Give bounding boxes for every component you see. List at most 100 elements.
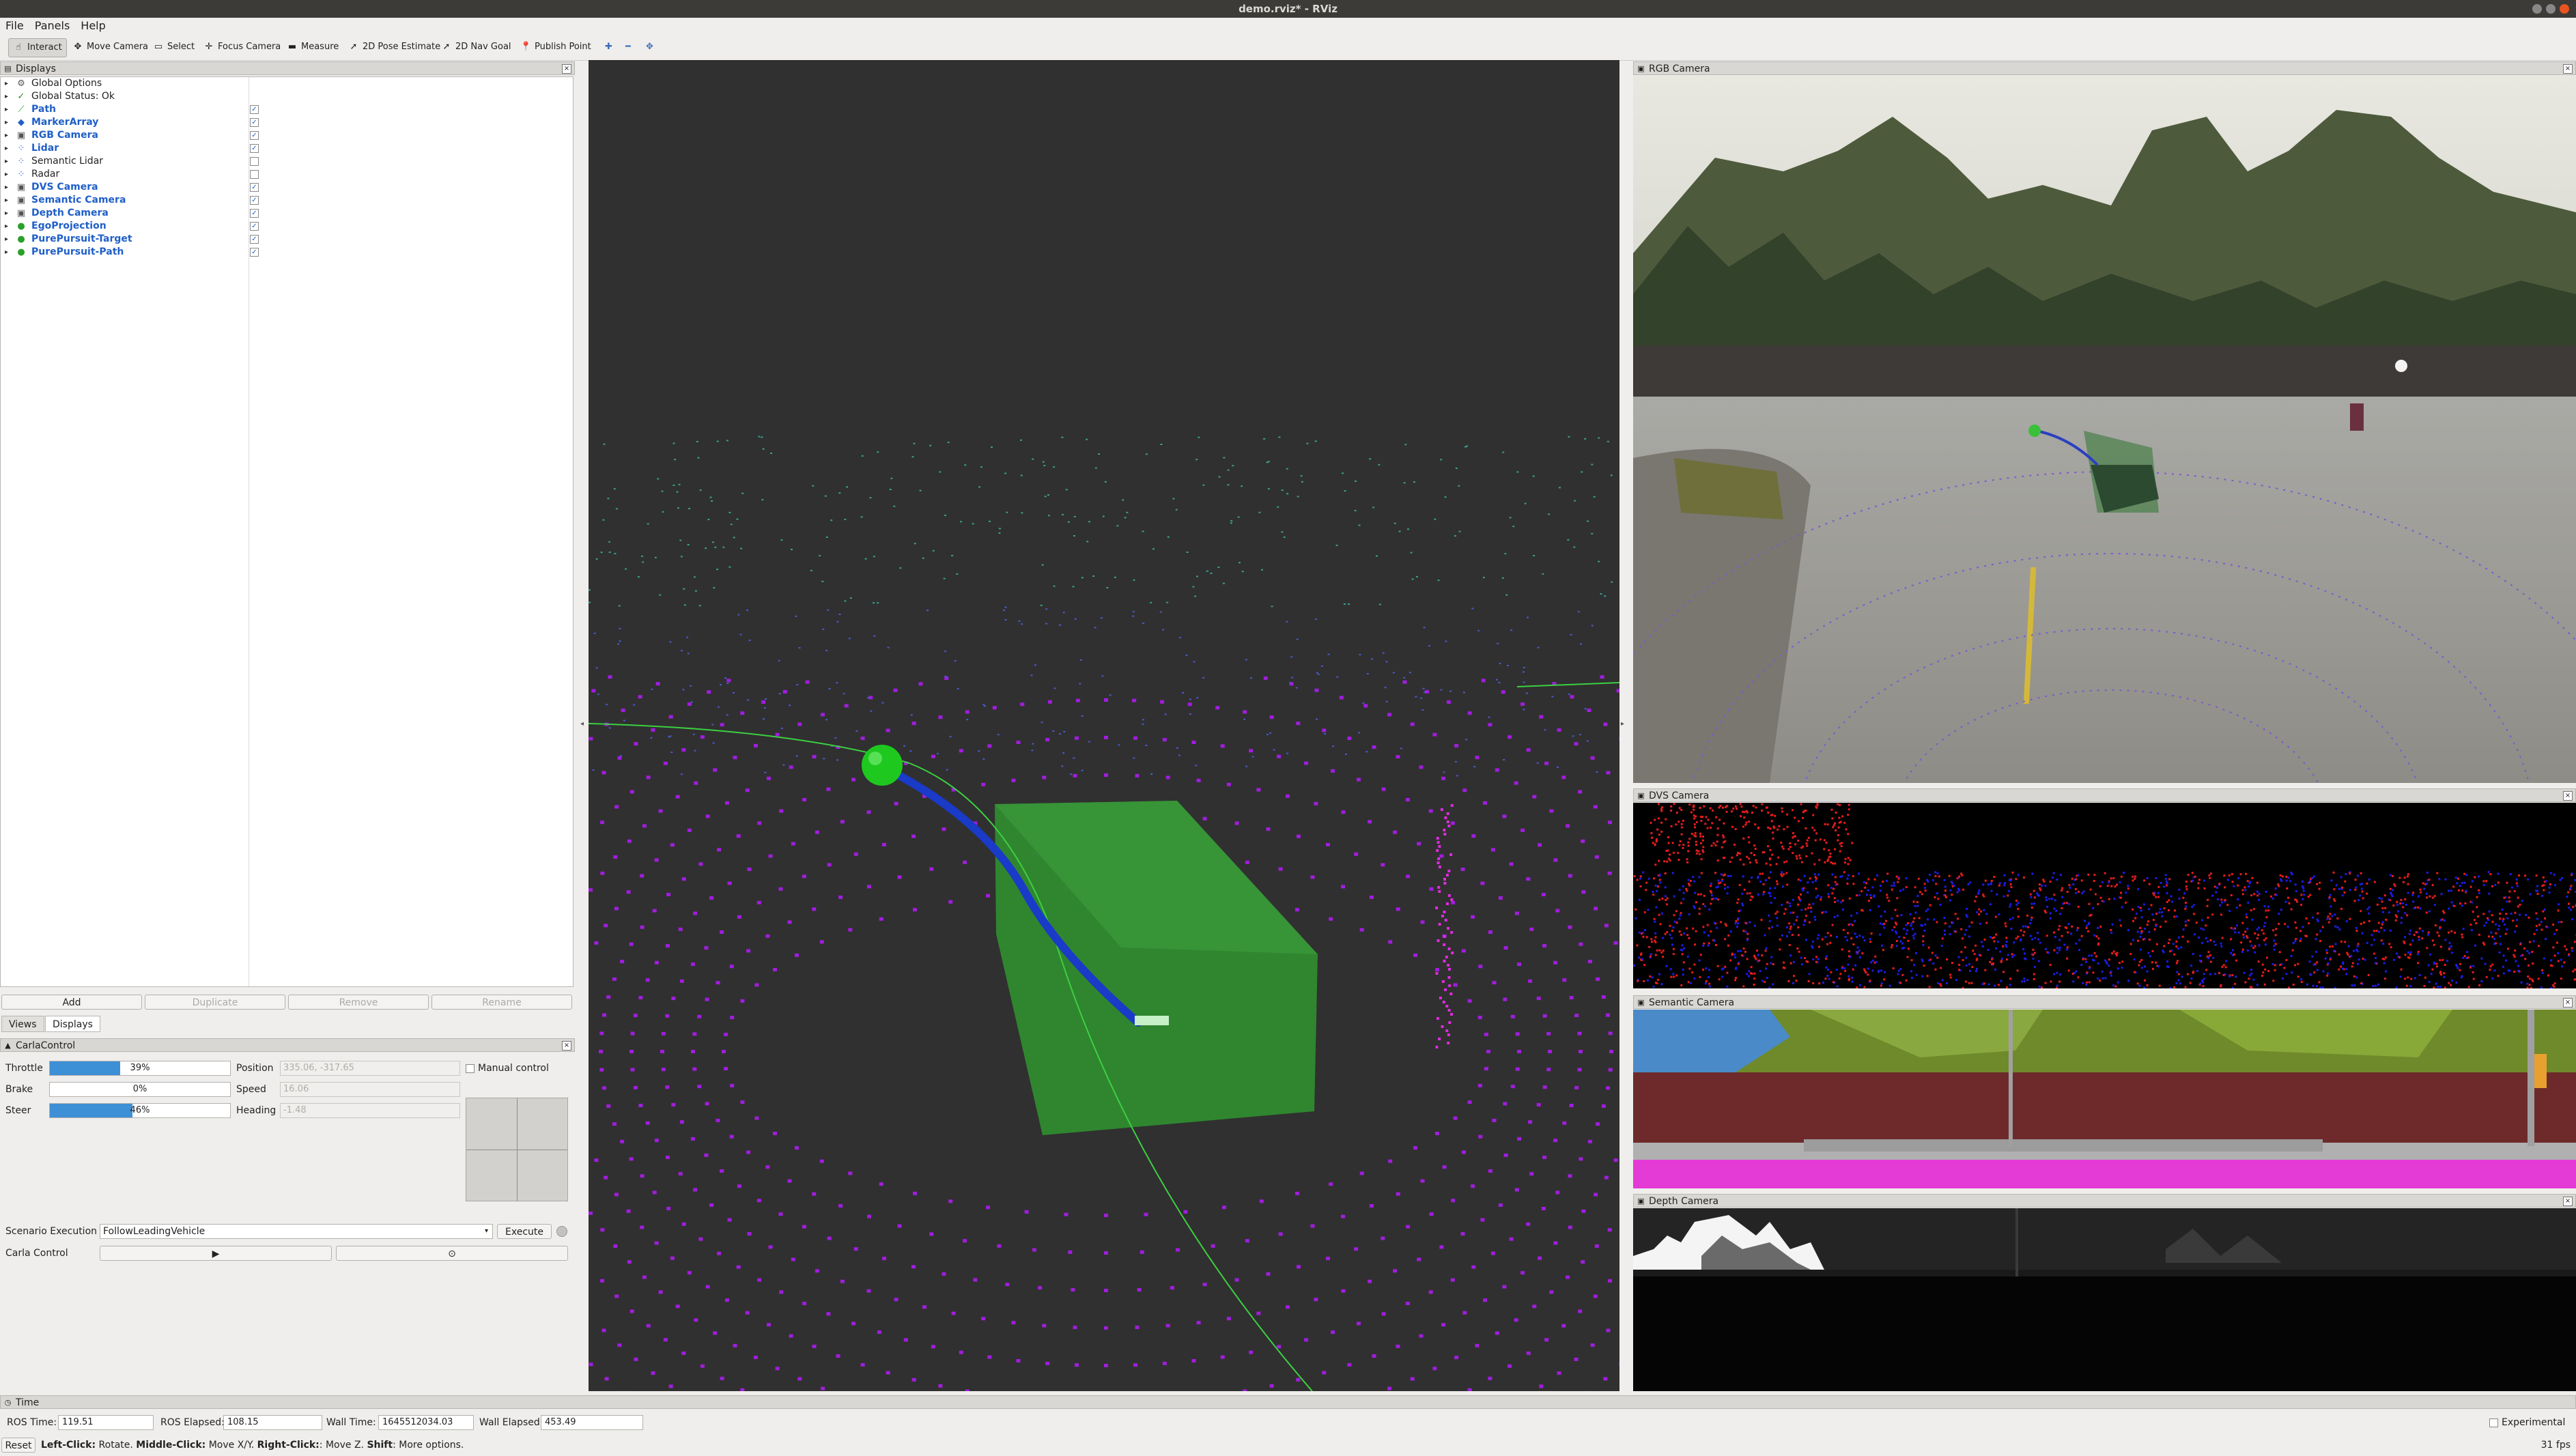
close-icon[interactable]: ×: [562, 64, 571, 74]
tool-2d-nav-goal[interactable]: ➚ 2D Nav Goal: [437, 38, 515, 56]
execute-button[interactable]: Execute: [497, 1224, 552, 1239]
tool-publish-point[interactable]: 📍 Publish Point: [516, 38, 595, 56]
stop-button[interactable]: ⊙: [336, 1246, 568, 1261]
rgb-camera-image: [1633, 76, 2576, 783]
scenario-select[interactable]: FollowLeadingVehicle ▾: [100, 1224, 493, 1239]
menu-panels[interactable]: Panels: [29, 18, 76, 34]
publish-point-icon: 📍: [520, 42, 532, 52]
collapse-right-icon[interactable]: ▸: [1621, 720, 1624, 728]
tool-move-camera[interactable]: ✥ Move Camera: [68, 38, 152, 56]
display-enabled-checkbox[interactable]: ✓: [250, 196, 259, 205]
display-item[interactable]: ▸ ▣ Semantic Camera ✓: [1, 194, 574, 207]
expand-arrow-icon[interactable]: ▸: [5, 90, 8, 103]
expand-arrow-icon[interactable]: ▸: [5, 168, 8, 181]
display-enabled-checkbox[interactable]: ✓: [250, 209, 259, 218]
3d-view[interactable]: [589, 60, 1619, 1391]
display-item-label: PurePursuit-Target: [31, 233, 132, 244]
pointcloud-icon: ⁘: [17, 169, 25, 180]
tool-focus-camera[interactable]: ✛ Focus Camera: [199, 38, 285, 56]
move-camera-icon: ✥: [74, 42, 82, 52]
display-enabled-checkbox[interactable]: ✓: [250, 183, 259, 192]
display-item[interactable]: ▸ ⟋ Path ✓: [1, 103, 574, 116]
menu-help[interactable]: Help: [75, 18, 111, 34]
display-enabled-checkbox[interactable]: ✓: [250, 131, 259, 140]
tab-displays[interactable]: Displays: [45, 1016, 100, 1032]
reset-button[interactable]: Reset: [1, 1438, 36, 1453]
manual-control-checkbox[interactable]: [466, 1064, 475, 1073]
display-enabled-checkbox[interactable]: ✓: [250, 222, 259, 231]
position-label: Position: [236, 1063, 274, 1074]
expand-arrow-icon[interactable]: ▸: [5, 77, 8, 90]
display-enabled-checkbox[interactable]: ✓: [250, 248, 259, 257]
expand-arrow-icon[interactable]: ▸: [5, 220, 8, 233]
ros-time-field: 119.51: [58, 1415, 154, 1430]
semantic-camera-image: [1633, 1010, 2576, 1188]
minus-icon[interactable]: ━: [621, 38, 635, 56]
display-enabled-checkbox[interactable]: ✓: [250, 118, 259, 127]
close-icon[interactable]: ×: [2563, 64, 2573, 74]
dropdown-icon[interactable]: ✥: [642, 38, 657, 56]
close-icon[interactable]: ×: [2563, 998, 2573, 1008]
display-item[interactable]: ▸ ◆ MarkerArray ✓: [1, 116, 574, 129]
display-enabled-checkbox[interactable]: ✓: [250, 105, 259, 114]
close-icon[interactable]: ×: [562, 1041, 571, 1051]
3d-scene[interactable]: [589, 60, 1619, 1391]
display-item[interactable]: ▸ ⁘ Semantic Lidar: [1, 155, 574, 168]
display-item[interactable]: ▸ ⁘ Radar: [1, 168, 574, 181]
maximize-icon[interactable]: [2546, 4, 2556, 14]
display-item[interactable]: ▸ ● PurePursuit-Target ✓: [1, 233, 574, 246]
rgb-camera-title: RGB Camera: [1649, 63, 1710, 74]
tool-measure[interactable]: ▬ Measure: [283, 38, 343, 56]
expand-arrow-icon[interactable]: ▸: [5, 246, 8, 259]
display-enabled-checkbox[interactable]: [250, 170, 259, 179]
depth-camera-image: [1633, 1208, 2576, 1391]
steering-joystick[interactable]: [466, 1098, 568, 1201]
display-enabled-checkbox[interactable]: [250, 157, 259, 166]
expand-arrow-icon[interactable]: ▸: [5, 103, 8, 116]
tool-2d-pose-estimate[interactable]: ➚ 2D Pose Estimate: [344, 38, 444, 56]
expand-arrow-icon[interactable]: ▸: [5, 129, 8, 142]
expand-arrow-icon[interactable]: ▸: [5, 207, 8, 220]
close-icon[interactable]: ×: [2563, 791, 2573, 801]
tool-select[interactable]: ▭ Select: [149, 38, 199, 56]
window-title-bar: demo.rviz* - RViz: [0, 0, 2576, 18]
ros-elapsed-field: 108.15: [223, 1415, 322, 1430]
tab-views[interactable]: Views: [1, 1016, 44, 1032]
display-item[interactable]: ▸ ▣ DVS Camera ✓: [1, 181, 574, 194]
expand-arrow-icon[interactable]: ▸: [5, 155, 8, 168]
carla-control-header: ▲ CarlaControl ×: [0, 1038, 575, 1052]
display-enabled-checkbox[interactable]: ✓: [250, 235, 259, 244]
display-item[interactable]: ▸ ⁘ Lidar ✓: [1, 142, 574, 155]
display-item[interactable]: ▸ ⚙ Global Options: [1, 77, 574, 90]
display-item[interactable]: ▸ ● PurePursuit-Path ✓: [1, 246, 574, 259]
display-item[interactable]: ▸ ▣ Depth Camera ✓: [1, 207, 574, 220]
plus-icon[interactable]: ✚: [601, 38, 617, 56]
carla-control-title: CarlaControl: [16, 1040, 76, 1051]
menu-file[interactable]: File: [0, 18, 29, 34]
displays-tree[interactable]: ▸ ⚙ Global Options ▸ ✓ Global Status: Ok ▸ ⟋ Pat…: [0, 76, 574, 987]
expand-arrow-icon[interactable]: ▸: [5, 233, 8, 246]
throttle-label: Throttle: [5, 1063, 43, 1074]
collapse-left-icon[interactable]: ◂: [580, 720, 584, 728]
tool-label: 2D Nav Goal: [455, 42, 511, 52]
camera-icon: ▣: [16, 195, 26, 205]
close-icon[interactable]: ×: [2563, 1197, 2573, 1206]
add-button[interactable]: Add: [1, 995, 142, 1010]
display-item[interactable]: ▸ ▣ RGB Camera ✓: [1, 129, 574, 142]
stop-icon: ⊙: [448, 1248, 456, 1259]
tool-interact[interactable]: ☝ Interact: [8, 38, 67, 57]
display-item[interactable]: ▸ ✓ Global Status: Ok: [1, 90, 574, 103]
duplicate-button[interactable]: Duplicate: [145, 995, 285, 1010]
display-enabled-checkbox[interactable]: ✓: [250, 144, 259, 153]
expand-arrow-icon[interactable]: ▸: [5, 116, 8, 129]
close-icon[interactable]: [2560, 4, 2569, 14]
expand-arrow-icon[interactable]: ▸: [5, 194, 8, 207]
play-button[interactable]: ▶: [100, 1246, 332, 1261]
rename-button[interactable]: Rename: [431, 995, 572, 1010]
experimental-checkbox[interactable]: [2489, 1418, 2498, 1427]
remove-button[interactable]: Remove: [288, 995, 429, 1010]
display-item[interactable]: ▸ ● EgoProjection ✓: [1, 220, 574, 233]
expand-arrow-icon[interactable]: ▸: [5, 142, 8, 155]
expand-arrow-icon[interactable]: ▸: [5, 181, 8, 194]
minimize-icon[interactable]: [2532, 4, 2542, 14]
